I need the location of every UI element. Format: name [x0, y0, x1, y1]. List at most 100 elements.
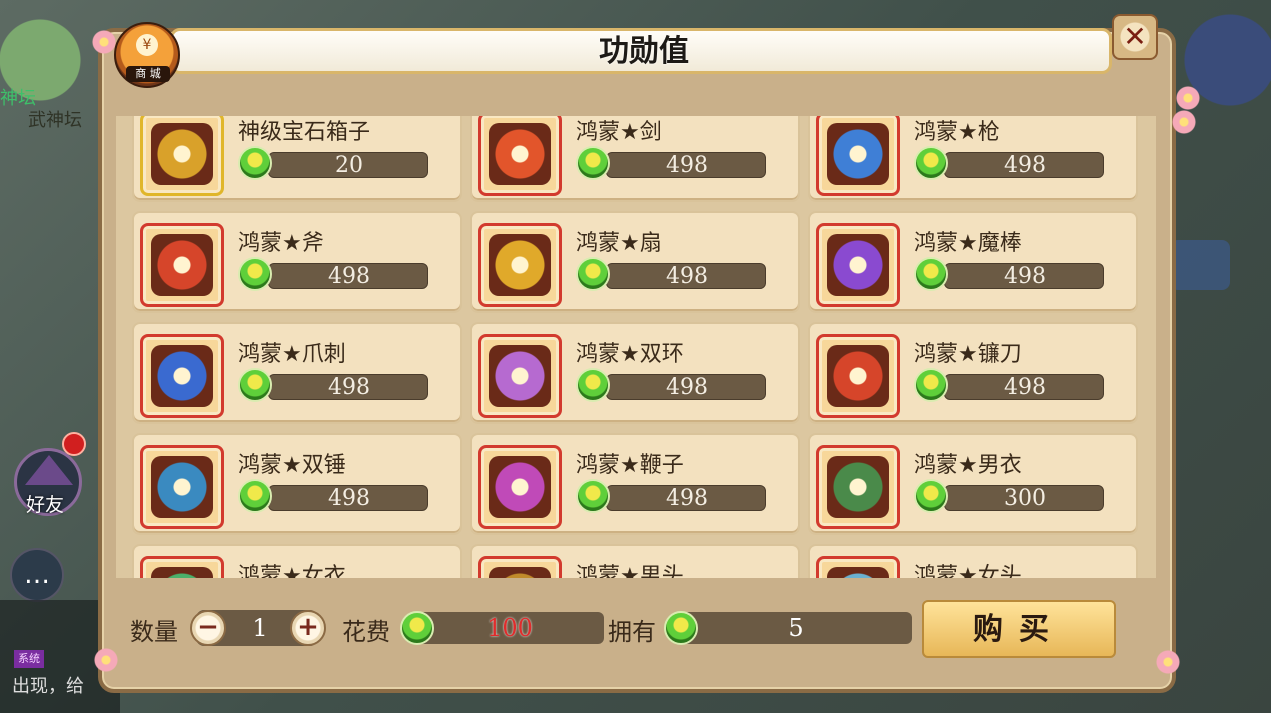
price-bar: 498 [944, 374, 1104, 400]
item-name: 鸿蒙★双锤 [238, 453, 346, 478]
item-artwork [489, 345, 551, 407]
item-icon [478, 116, 562, 196]
quantity-value[interactable]: 1 [230, 614, 290, 642]
price-bar: 498 [606, 485, 766, 511]
chat-bubble-icon[interactable]: … [10, 548, 64, 602]
system-tag: 系统 [14, 650, 44, 668]
item-name: 鸿蒙★男衣 [914, 453, 1022, 478]
shop-item-card[interactable]: 鸿蒙★女头 [808, 544, 1138, 578]
shop-item-card[interactable]: 鸿蒙★镰刀 498 [808, 322, 1138, 424]
price-bar: 498 [606, 152, 766, 178]
shop-item-card[interactable]: 鸿蒙★爪刺 498 [132, 322, 462, 424]
merit-gem-icon [238, 479, 272, 513]
item-icon [816, 556, 900, 578]
shop-item-card[interactable]: 鸿蒙★双锤 498 [132, 433, 462, 535]
hat-icon [25, 455, 73, 485]
item-icon [140, 334, 224, 418]
item-icon [140, 556, 224, 578]
item-price: 20 [335, 153, 363, 178]
price-bar: 498 [268, 374, 428, 400]
decrease-button[interactable]: − [190, 610, 226, 646]
item-price: 498 [328, 264, 370, 289]
item-price: 498 [328, 375, 370, 400]
price-bar: 498 [268, 263, 428, 289]
item-name: 鸿蒙★扇 [576, 231, 662, 256]
increase-button[interactable]: + [290, 610, 326, 646]
shop-item-card[interactable]: 鸿蒙★魔棒 498 [808, 211, 1138, 313]
merit-gem-icon [238, 368, 272, 402]
shop-item-card[interactable]: 鸿蒙★男头 [470, 544, 800, 578]
merit-gem-icon [914, 146, 948, 180]
buy-button[interactable]: 购买 [922, 600, 1116, 658]
item-price: 498 [328, 486, 370, 511]
shop-item-card[interactable]: 鸿蒙★女衣 [132, 544, 462, 578]
price-bar: 20 [268, 152, 428, 178]
background-status-icon [1170, 240, 1230, 290]
flower-decoration-icon [1156, 650, 1180, 674]
item-name: 鸿蒙★女头 [914, 564, 1022, 578]
merit-gem-icon [576, 479, 610, 513]
item-artwork [151, 345, 213, 407]
item-name: 鸿蒙★鞭子 [576, 453, 684, 478]
shop-label: 商 城 [126, 66, 170, 82]
close-button[interactable]: ✕ [1112, 14, 1158, 60]
item-price: 498 [1004, 375, 1046, 400]
shop-item-card[interactable]: 鸿蒙★扇 498 [470, 211, 800, 313]
shop-item-card[interactable]: 鸿蒙★剑 498 [470, 116, 800, 202]
item-artwork [489, 123, 551, 185]
item-artwork [827, 345, 889, 407]
merit-gem-icon [576, 368, 610, 402]
shop-item-card[interactable]: 鸿蒙★枪 498 [808, 116, 1138, 202]
shop-item-card[interactable]: 鸿蒙★双环 498 [470, 322, 800, 424]
item-icon [816, 334, 900, 418]
shop-item-card[interactable]: 鸿蒙★鞭子 498 [470, 433, 800, 535]
item-artwork [489, 456, 551, 518]
item-name: 鸿蒙★双环 [576, 342, 684, 367]
item-artwork [151, 234, 213, 296]
item-artwork [827, 234, 889, 296]
item-list[interactable]: 神级宝石箱子 20 鸿蒙★剑 498 鸿蒙★枪 498 鸿蒙★斧 498 鸿蒙★扇 498 鸿蒙★魔… [116, 116, 1156, 578]
price-bar: 498 [606, 263, 766, 289]
flower-decoration-icon [1172, 110, 1196, 134]
item-name: 鸿蒙★枪 [914, 120, 1000, 145]
item-icon [478, 334, 562, 418]
item-price: 498 [666, 375, 708, 400]
item-name: 鸿蒙★镰刀 [914, 342, 1022, 367]
item-icon [478, 556, 562, 578]
item-icon [816, 116, 900, 196]
owned-label: 拥有 [608, 618, 656, 646]
merit-gem-icon [914, 257, 948, 291]
item-price: 498 [1004, 264, 1046, 289]
price-bar: 498 [944, 263, 1104, 289]
item-name: 鸿蒙★女衣 [238, 564, 346, 578]
item-price: 498 [666, 264, 708, 289]
price-bar: 498 [944, 152, 1104, 178]
merit-gem-icon [914, 368, 948, 402]
shop-item-card[interactable]: 鸿蒙★斧 498 [132, 211, 462, 313]
item-artwork [827, 567, 889, 578]
shop-icon[interactable]: ¥ 商 城 [114, 22, 180, 88]
item-price: 498 [666, 153, 708, 178]
shop-item-card[interactable]: 鸿蒙★男衣 300 [808, 433, 1138, 535]
item-name: 鸿蒙★爪刺 [238, 342, 346, 367]
item-artwork [489, 234, 551, 296]
item-icon [816, 223, 900, 307]
item-name: 神级宝石箱子 [238, 120, 371, 145]
item-artwork [151, 123, 213, 185]
item-artwork [827, 123, 889, 185]
item-name: 鸿蒙★斧 [238, 231, 324, 256]
item-artwork [151, 567, 213, 578]
item-icon [140, 223, 224, 307]
shop-item-card[interactable]: 神级宝石箱子 20 [132, 116, 462, 202]
item-icon [140, 116, 224, 196]
item-icon [478, 445, 562, 529]
merit-gem-icon [238, 257, 272, 291]
owned-value: 5 [788, 614, 804, 642]
map-label-secondary: 武神坛 [28, 110, 82, 131]
cost-value: 100 [487, 614, 533, 642]
item-artwork [827, 456, 889, 518]
item-price: 300 [1004, 486, 1046, 511]
friends-label: 好友 [26, 494, 65, 516]
item-price: 498 [666, 486, 708, 511]
flower-decoration-icon [94, 648, 118, 672]
